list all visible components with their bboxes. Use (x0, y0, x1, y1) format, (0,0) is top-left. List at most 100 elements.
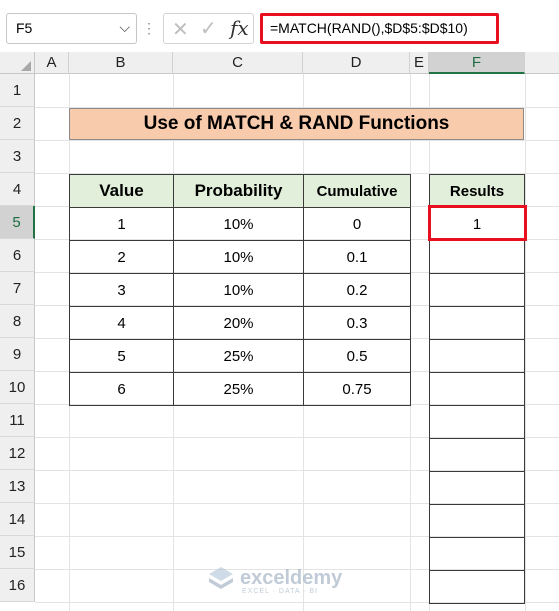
result-cell[interactable] (429, 471, 525, 505)
column-header-a[interactable]: A (35, 52, 69, 74)
table-row: 3 10% 0.2 (69, 273, 411, 307)
results-row (429, 240, 525, 274)
row-header-7[interactable]: 7 (0, 272, 35, 305)
result-cell[interactable] (429, 438, 525, 472)
formula-text: =MATCH(RAND(),$D$5:$D$10) (270, 20, 468, 36)
cell-value[interactable]: 4 (69, 306, 174, 340)
more-options-icon[interactable]: ⋮ (142, 20, 158, 36)
result-cell[interactable] (429, 405, 525, 439)
table-row: 4 20% 0.3 (69, 306, 411, 340)
select-all-icon (21, 61, 31, 71)
results-row (429, 570, 525, 604)
results-row (429, 372, 525, 406)
result-cell[interactable] (429, 570, 525, 604)
cell-value[interactable]: 1 (69, 207, 174, 241)
row-header-15[interactable]: 15 (0, 536, 35, 569)
sheet-title[interactable]: Use of MATCH & RAND Functions (69, 108, 524, 140)
column-header-row: A B C D E F (0, 52, 559, 74)
column-header-e[interactable]: E (410, 52, 429, 74)
table-row: 1 10% 0 (69, 207, 411, 241)
results-row (429, 273, 525, 307)
cell-cumulative[interactable]: 0.2 (303, 273, 411, 307)
enter-icon[interactable]: ✓ (200, 16, 217, 41)
probability-table: Value Probability Cumulative 1 10% 0 2 1… (69, 174, 411, 406)
row-header-16[interactable]: 16 (0, 569, 35, 602)
header-value[interactable]: Value (69, 174, 174, 208)
result-cell[interactable] (429, 504, 525, 538)
row-header-6[interactable]: 6 (0, 239, 35, 272)
exceldemy-logo-icon (209, 567, 233, 589)
cell-value[interactable]: 2 (69, 240, 174, 274)
select-all-corner[interactable] (0, 52, 35, 74)
cell-probability[interactable]: 10% (173, 273, 304, 307)
formula-input[interactable]: =MATCH(RAND(),$D$5:$D$10) (260, 13, 499, 44)
gridline (35, 140, 559, 141)
table-row: 2 10% 0.1 (69, 240, 411, 274)
table-header-row: Value Probability Cumulative (69, 174, 411, 208)
gridline (525, 74, 526, 611)
header-cumulative[interactable]: Cumulative (303, 174, 411, 208)
cell-cumulative[interactable]: 0.1 (303, 240, 411, 274)
table-row: 6 25% 0.75 (69, 372, 411, 406)
cell-cumulative[interactable]: 0.75 (303, 372, 411, 406)
cancel-icon[interactable]: ✕ (172, 17, 189, 42)
column-header-c[interactable]: C (173, 52, 303, 74)
cell-probability[interactable]: 10% (173, 240, 304, 274)
results-row: 1 (429, 207, 525, 241)
results-row (429, 504, 525, 538)
header-probability[interactable]: Probability (173, 174, 304, 208)
row-header-13[interactable]: 13 (0, 470, 35, 503)
results-row (429, 405, 525, 439)
formula-bar: F5 ⌵ ⋮ ✕ ✓ fx =MATCH(RAND(),$D$5:$D$10) (0, 0, 559, 50)
cell-probability[interactable]: 20% (173, 306, 304, 340)
column-header-d[interactable]: D (303, 52, 410, 74)
watermark-tagline: EXCEL · DATA · BI (242, 588, 318, 595)
table-row: 5 25% 0.5 (69, 339, 411, 373)
cell-probability[interactable]: 25% (173, 372, 304, 406)
row-header-2[interactable]: 2 (0, 107, 35, 140)
chevron-down-icon[interactable]: ⌵ (119, 19, 130, 36)
result-cell[interactable] (429, 372, 525, 406)
results-row (429, 537, 525, 571)
row-header-12[interactable]: 12 (0, 437, 35, 470)
column-header-b[interactable]: B (69, 52, 173, 74)
name-box[interactable]: F5 ⌵ (6, 13, 137, 44)
row-header-10[interactable]: 10 (0, 371, 35, 404)
cell-value[interactable]: 5 (69, 339, 174, 373)
row-header-5[interactable]: 5 (0, 206, 35, 239)
result-cell[interactable] (429, 537, 525, 571)
insert-function-icon[interactable]: fx (230, 16, 249, 40)
result-cell-active[interactable]: 1 (429, 207, 525, 241)
row-header-3[interactable]: 3 (0, 140, 35, 173)
row-header-1[interactable]: 1 (0, 74, 35, 107)
results-table: Results 1 (429, 174, 525, 604)
cell-cumulative[interactable]: 0 (303, 207, 411, 241)
result-cell[interactable] (429, 339, 525, 373)
row-header-8[interactable]: 8 (0, 305, 35, 338)
name-box-value: F5 (16, 20, 33, 36)
results-row (429, 339, 525, 373)
result-cell[interactable] (429, 273, 525, 307)
row-header-14[interactable]: 14 (0, 503, 35, 536)
results-row (429, 438, 525, 472)
results-header-row: Results (429, 174, 525, 208)
results-row (429, 306, 525, 340)
cell-probability[interactable]: 25% (173, 339, 304, 373)
result-cell[interactable] (429, 240, 525, 274)
spreadsheet-grid[interactable]: A B C D E F 1 2 3 4 5 6 7 8 9 10 11 12 1… (0, 52, 559, 611)
row-header-9[interactable]: 9 (0, 338, 35, 371)
exceldemy-watermark: exceldemy EXCEL · DATA · BI (207, 565, 343, 595)
cell-cumulative[interactable]: 0.5 (303, 339, 411, 373)
results-row (429, 471, 525, 505)
cell-probability[interactable]: 10% (173, 207, 304, 241)
cell-value[interactable]: 3 (69, 273, 174, 307)
row-header-11[interactable]: 11 (0, 404, 35, 437)
watermark-name: exceldemy (240, 566, 343, 589)
row-header-4[interactable]: 4 (0, 173, 35, 206)
header-results[interactable]: Results (429, 174, 525, 208)
cell-cumulative[interactable]: 0.3 (303, 306, 411, 340)
column-header-f[interactable]: F (429, 52, 525, 74)
formula-buttons: ✕ ✓ fx (163, 13, 254, 44)
result-cell[interactable] (429, 306, 525, 340)
cell-value[interactable]: 6 (69, 372, 174, 406)
